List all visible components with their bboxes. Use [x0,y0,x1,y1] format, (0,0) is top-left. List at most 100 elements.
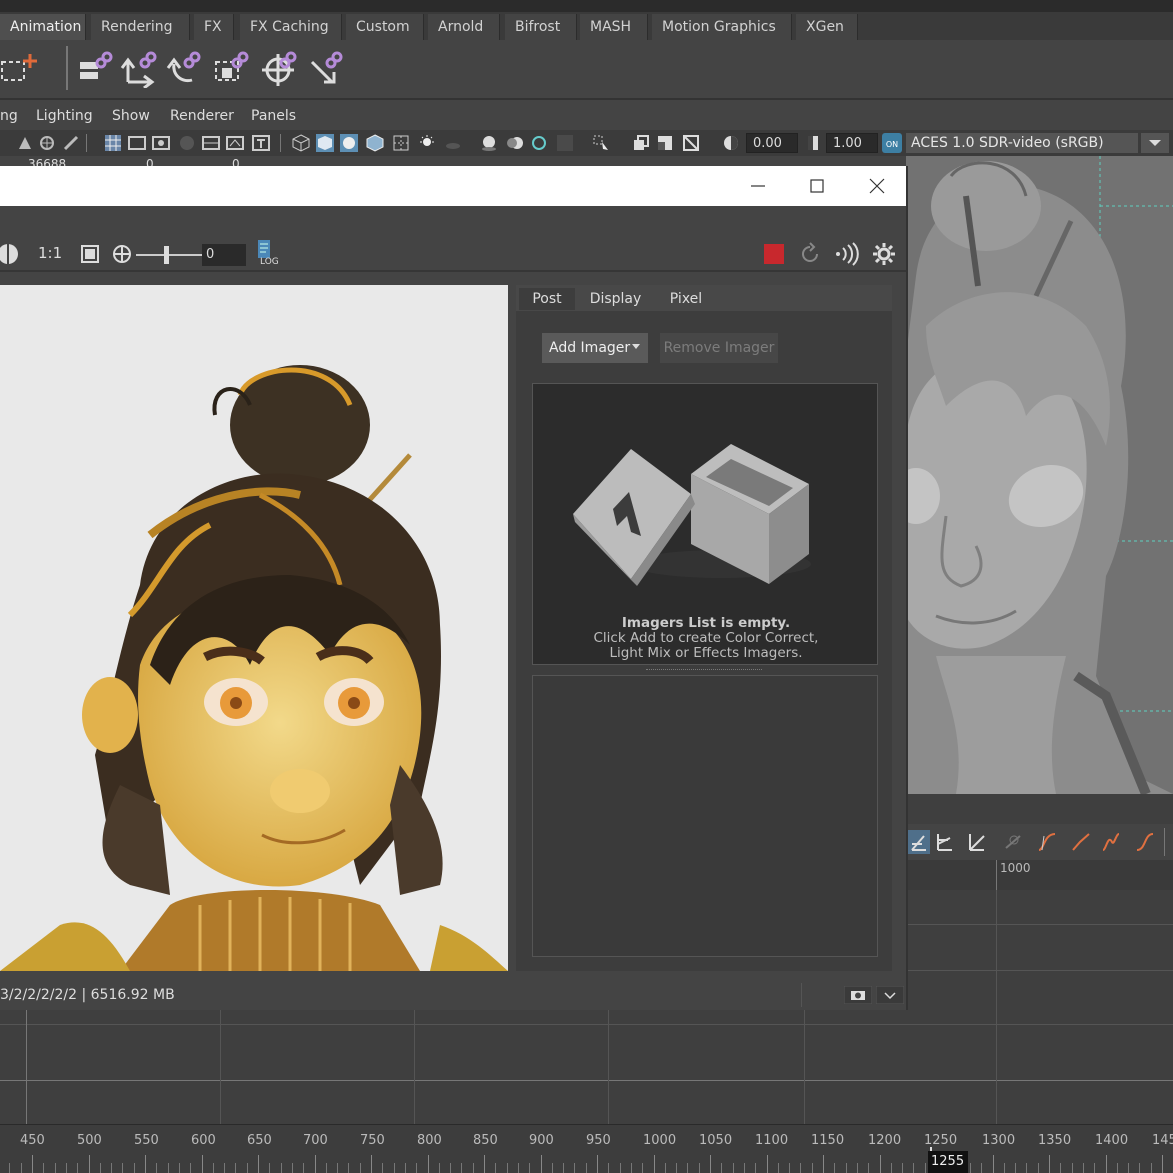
wireframe-on-shaded-icon[interactable] [366,134,384,152]
buffer-curve-icon[interactable] [1002,830,1024,854]
interactive-render-icon[interactable] [834,242,860,266]
zoom-1to1-button[interactable]: 1:1 [38,244,62,262]
xray-active-icon[interactable] [682,134,700,152]
menu-shading[interactable]: ng [0,108,18,124]
tab-post[interactable]: Post [519,288,575,310]
remove-imager-button[interactable]: Remove Imager [660,333,778,363]
normalize-icon[interactable] [908,830,930,854]
tab-fx[interactable]: FX [194,14,234,40]
stop-render-button[interactable] [764,244,784,264]
grid-icon[interactable] [104,134,122,152]
exposure-value-field[interactable]: 0 [202,244,246,266]
imagers-list[interactable]: Imagers List is empty. Click Add to crea… [532,383,878,665]
pole-vector-icon[interactable] [306,48,346,88]
gate-mask-icon[interactable] [178,134,196,152]
close-icon[interactable] [865,174,889,198]
menu-panels[interactable]: Panels [251,108,296,124]
time-tick [1026,1163,1028,1173]
menu-lighting[interactable]: Lighting [36,108,93,124]
anti-aliasing-icon[interactable] [530,134,548,152]
gamma-field[interactable]: 1.00 [826,133,878,153]
tab-arnold[interactable]: Arnold [428,14,500,40]
color-space-dropdown-button[interactable] [1141,133,1169,153]
time-tick [834,1163,836,1173]
channel-icon[interactable] [0,242,26,266]
constraint-icon[interactable] [0,48,40,88]
tab-bifrost[interactable]: Bifrost [505,14,577,40]
exposure-icon[interactable] [110,242,134,266]
exposure-field[interactable]: 0.00 [746,133,798,153]
smooth-shade-icon[interactable] [316,134,334,152]
scale-constraint-icon[interactable] [212,48,252,88]
point-constraint-icon[interactable] [120,48,160,88]
time-tick [1060,1163,1062,1173]
add-imager-button[interactable]: Add Imager [542,333,648,363]
log-label: LOG [260,257,279,267]
time-tick [246,1163,248,1173]
refresh-render-icon[interactable] [798,242,822,266]
tab-rendering[interactable]: Rendering [91,14,190,40]
color-management-toggle-icon[interactable]: ON [882,133,902,153]
exposure-slider-handle[interactable] [164,246,169,264]
lights-icon[interactable] [418,134,436,152]
resolution-gate-icon[interactable] [152,134,170,152]
render-image[interactable] [0,285,508,971]
frame-fit-icon[interactable] [78,242,102,266]
menu-renderer[interactable]: Renderer [170,108,234,124]
time-label: 1100 [755,1133,789,1148]
window-title-bar[interactable] [0,166,906,206]
exposure-slider-track[interactable] [136,254,202,256]
field-chart-icon[interactable] [202,134,220,152]
viewport-3d[interactable] [906,156,1173,794]
splitter-handle[interactable] [646,669,762,671]
ambient-occlusion-icon[interactable] [480,134,498,152]
textured-icon[interactable] [392,134,410,152]
tab-pixel[interactable]: Pixel [656,288,716,310]
stacked-curves-icon[interactable] [966,830,988,854]
time-slider[interactable]: 450 500 550 600 650 700 750 800 850 900 … [0,1124,1173,1173]
safe-action-icon[interactable] [226,134,244,152]
tangent-spline-icon[interactable] [1036,830,1058,854]
tab-mash[interactable]: MASH [580,14,648,40]
film-gate-icon[interactable] [128,134,146,152]
time-tick [630,1163,632,1173]
menu-show[interactable]: Show [112,108,150,124]
xray-icon[interactable] [632,134,650,152]
wireframe-icon[interactable] [292,134,310,152]
parent-constraint-icon[interactable] [76,48,116,88]
color-space-select[interactable]: ACES 1.0 SDR-video (sRGB) [906,133,1138,153]
tangent-linear-icon[interactable] [1070,830,1092,854]
image-plane-icon[interactable] [62,134,80,152]
depth-of-field-icon[interactable] [556,134,574,152]
safe-title-icon[interactable] [252,134,270,152]
bookmark-icon[interactable] [38,134,56,152]
shadows-icon[interactable] [444,134,462,152]
settings-gear-icon[interactable] [872,242,896,266]
tangent-flat-icon[interactable] [1134,830,1156,854]
camera-attributes-icon[interactable] [16,134,34,152]
tab-motion-graphics[interactable]: Motion Graphics [652,14,792,40]
orient-constraint-icon[interactable] [164,48,204,88]
time-tick [450,1163,452,1173]
time-tick [653,1155,655,1173]
chevron-down-icon[interactable] [876,986,904,1004]
motion-blur-icon[interactable] [506,134,524,152]
snapshot-camera-icon[interactable] [844,986,872,1004]
default-material-icon[interactable] [340,134,358,152]
tangent-clamped-icon[interactable] [1100,830,1122,854]
tab-xgen[interactable]: XGen [796,14,858,40]
tab-display[interactable]: Display [578,288,653,310]
denormalize-icon[interactable] [934,830,956,854]
time-label: 1200 [868,1133,902,1148]
time-tick [258,1155,259,1173]
minimize-icon[interactable] [746,174,770,198]
gamma-icon[interactable] [804,134,822,152]
tab-custom[interactable]: Custom [346,14,424,40]
exposure-icon[interactable] [722,134,740,152]
xray-joints-icon[interactable] [656,134,674,152]
maximize-icon[interactable] [805,174,829,198]
tab-animation[interactable]: Animation [0,14,86,40]
aim-constraint-icon[interactable] [260,48,300,88]
isolate-select-icon[interactable] [592,134,610,152]
tab-fx-caching[interactable]: FX Caching [240,14,342,40]
